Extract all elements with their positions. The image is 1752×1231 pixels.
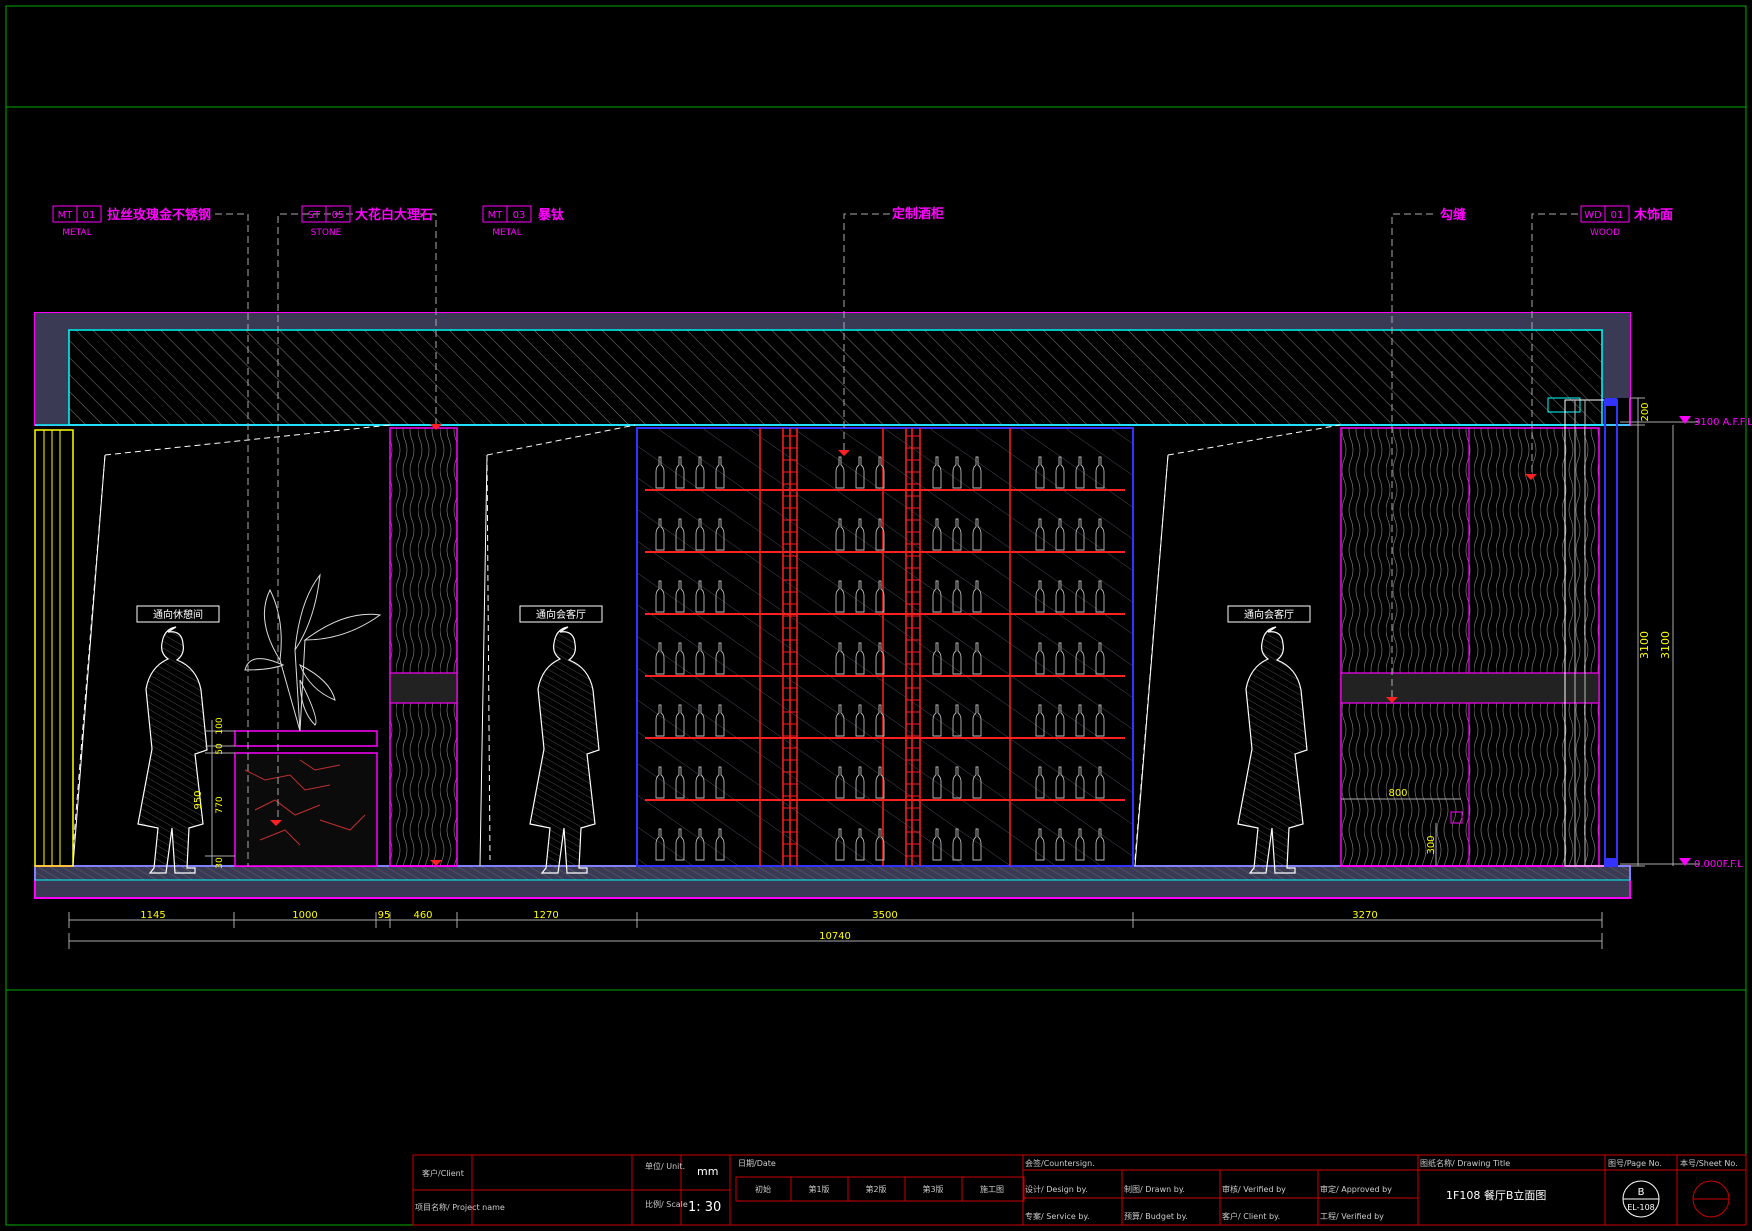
tb-drawing-title-label: 图纸名称/ Drawing Title <box>1420 1158 1510 1168</box>
callout-code: ST <box>308 210 321 221</box>
tb-scale-value: 1: 30 <box>688 1200 721 1215</box>
planter-dim-100: 100 <box>215 717 225 734</box>
elevation-drawing: 通向休憩间 通向会客厅 通向会客厅 MT 01 拉丝玫瑰金不锈钢 METAL S… <box>5 5 1752 1226</box>
dim-seg-2: 1000 <box>292 910 317 921</box>
sign-text-3: 通向会客厅 <box>1244 608 1294 621</box>
tb-budget-label: 预算/ Budget by. <box>1124 1211 1188 1221</box>
tb-client-by-label: 客户/ Client by. <box>1222 1211 1280 1221</box>
tb-stage-1: 初始 <box>755 1184 771 1194</box>
tb-verified2-label: 工程/ Verified by <box>1320 1212 1384 1221</box>
cabinet-dim-800: 800 <box>1388 788 1407 799</box>
callout-num: 03 <box>513 210 526 221</box>
planter-box <box>234 730 378 867</box>
tb-drawn-label: 制图/ Drawn by. <box>1124 1184 1185 1194</box>
tb-verified-label: 审核/ Verified by <box>1222 1184 1286 1194</box>
dim-seg-5: 1270 <box>533 910 558 921</box>
dim-3100-b: 3100 <box>1659 631 1672 659</box>
tb-unit-value: mm <box>697 1165 718 1178</box>
floor-hatch <box>34 865 1631 881</box>
dim-seg-1: 1145 <box>140 910 165 921</box>
callout-label: 定制酒柜 <box>891 206 944 222</box>
tb-project-label: 项目名称/ Project name <box>415 1202 505 1212</box>
planter-dim-950: 950 <box>193 790 204 809</box>
callout-groove: 勾缝 <box>1440 207 1466 223</box>
dim-seg-6: 3500 <box>872 910 897 921</box>
tb-service-label: 专案/ Service by. <box>1025 1211 1090 1221</box>
dim-seg-7: 3270 <box>1352 910 1377 921</box>
callout-sub: METAL <box>492 228 521 238</box>
tb-stage-5: 施工图 <box>980 1184 1004 1194</box>
callout-num: 05 <box>332 210 345 221</box>
callout-wine-cabinet: 定制酒柜 <box>891 206 944 222</box>
callout-st05: ST 05 大花白大理石 STONE <box>301 205 433 238</box>
callout-label: 大花白大理石 <box>355 207 433 223</box>
person-silhouette-1 <box>137 626 208 874</box>
dim-total: 10740 <box>819 931 851 942</box>
callout-code: MT <box>58 210 74 221</box>
sign-text-2: 通向会客厅 <box>536 608 586 621</box>
bottom-dimensions: 1145 1000 95 460 1270 3500 3270 10740 <box>68 910 1603 949</box>
tb-client-label: 客户/Client <box>422 1168 464 1178</box>
left-door-frame <box>34 429 74 867</box>
tb-stage-2: 第1版 <box>808 1184 829 1194</box>
dim-seg-4: 460 <box>413 910 432 921</box>
banana-plant <box>244 573 382 732</box>
callout-label: 暴钛 <box>537 207 565 223</box>
planter-dim-50: 50 <box>215 743 225 755</box>
callout-sub: WOOD <box>1590 228 1620 238</box>
callout-code: MT <box>488 210 504 221</box>
callout-num: 01 <box>1611 210 1624 221</box>
tb-page-no-top: B <box>1638 1187 1645 1198</box>
tb-design-label: 设计/ Design by. <box>1025 1184 1088 1194</box>
callout-mt03: MT 03 暴钛 METAL <box>482 205 565 238</box>
tb-stage-4: 第3版 <box>922 1184 943 1194</box>
ceiling-hatch <box>68 329 1603 426</box>
ceiling-slab-left <box>35 313 69 425</box>
callout-label: 勾缝 <box>1440 207 1466 223</box>
tb-approved-label: 审定/ Approved by <box>1320 1184 1392 1194</box>
callout-sub: STONE <box>311 228 342 238</box>
wood-wall-cabinet <box>1340 427 1600 867</box>
tb-stage-3: 第2版 <box>865 1184 886 1194</box>
callout-tags: MT 01 拉丝玫瑰金不锈钢 METAL ST 05 大花白大理石 STONE … <box>52 205 1673 238</box>
vertical-dimensions: 200 3100 3100 <box>1630 397 1674 867</box>
tb-date-label: 日期/Date <box>738 1159 776 1168</box>
dim-seg-3: 95 <box>378 910 391 921</box>
tb-countersign-label: 会签/Countersign. <box>1025 1158 1095 1168</box>
tb-scale-label: 比例/ Scale <box>645 1199 688 1209</box>
dim-200: 200 <box>1640 402 1651 421</box>
tb-unit-label: 单位/ Unit. <box>645 1161 685 1171</box>
planter-dim-30: 30 <box>215 857 225 869</box>
marble-column <box>389 427 458 867</box>
tb-sheet-label: 本号/Sheet No. <box>1680 1158 1738 1168</box>
ceiling-slab-top <box>35 313 1630 329</box>
dim-3100-a: 3100 <box>1638 631 1651 659</box>
callout-num: 01 <box>83 210 96 221</box>
tb-page-label: 图号/Page No. <box>1608 1159 1662 1168</box>
callout-label: 木饰面 <box>1633 207 1673 223</box>
level-top: 3100 A.F.F.L <box>1694 417 1752 428</box>
callout-code: WD <box>1584 210 1602 221</box>
callout-sub: METAL <box>62 228 91 238</box>
tb-drawing-title: 1F108 餐厅B立面图 <box>1446 1188 1546 1202</box>
cabinet-dim-300: 300 <box>1426 835 1437 854</box>
callout-label: 拉丝玫瑰金不锈钢 <box>107 207 211 223</box>
wine-cabinet <box>636 427 1134 867</box>
callout-wd01: WD 01 木饰面 WOOD <box>1580 205 1673 238</box>
planter-dim-770: 770 <box>215 796 225 813</box>
ceiling-slab-right <box>1602 313 1630 398</box>
level-bottom: 0.000F.F.L <box>1694 859 1743 870</box>
callout-mt01: MT 01 拉丝玫瑰金不锈钢 METAL <box>52 205 211 238</box>
sign-text-1: 通向休憩间 <box>153 608 203 621</box>
tb-page-no-bottom: EL-108 <box>1627 1203 1655 1212</box>
person-silhouette-3 <box>1237 626 1308 874</box>
person-silhouette-2 <box>529 626 600 874</box>
